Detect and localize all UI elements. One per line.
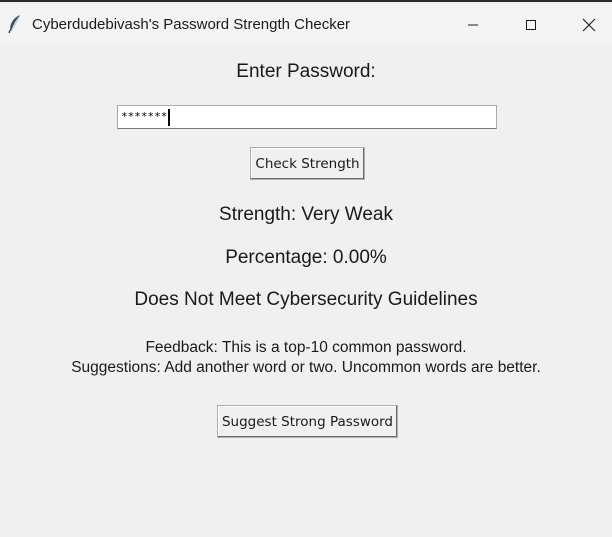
password-value: ******* xyxy=(121,110,168,123)
close-button[interactable] xyxy=(566,4,612,45)
suggestions-text: Suggestions: Add another word or two. Un… xyxy=(71,359,541,376)
enter-password-label: Enter Password: xyxy=(236,61,376,82)
check-strength-button[interactable]: Check Strength xyxy=(250,147,365,180)
password-input[interactable]: ******* xyxy=(117,105,497,129)
window-title: Cyberdudebivash's Password Strength Chec… xyxy=(32,16,351,33)
feather-icon xyxy=(7,14,23,34)
strength-label: Strength: Very Weak xyxy=(219,204,393,225)
guideline-label: Does Not Meet Cybersecurity Guidelines xyxy=(134,289,478,310)
feedback-text: Feedback: This is a top-10 common passwo… xyxy=(145,339,467,356)
close-icon xyxy=(582,18,596,31)
app-window: Cyberdudebivash's Password Strength Chec… xyxy=(0,0,612,537)
text-caret xyxy=(168,108,171,126)
maximize-button[interactable] xyxy=(508,4,554,45)
maximize-icon xyxy=(526,19,536,30)
minimize-button[interactable] xyxy=(450,4,496,45)
percentage-label: Percentage: 0.00% xyxy=(225,247,387,268)
suggest-password-button[interactable]: Suggest Strong Password xyxy=(217,405,398,438)
minimize-icon xyxy=(468,24,478,25)
title-bar[interactable]: Cyberdudebivash's Password Strength Chec… xyxy=(0,4,612,45)
